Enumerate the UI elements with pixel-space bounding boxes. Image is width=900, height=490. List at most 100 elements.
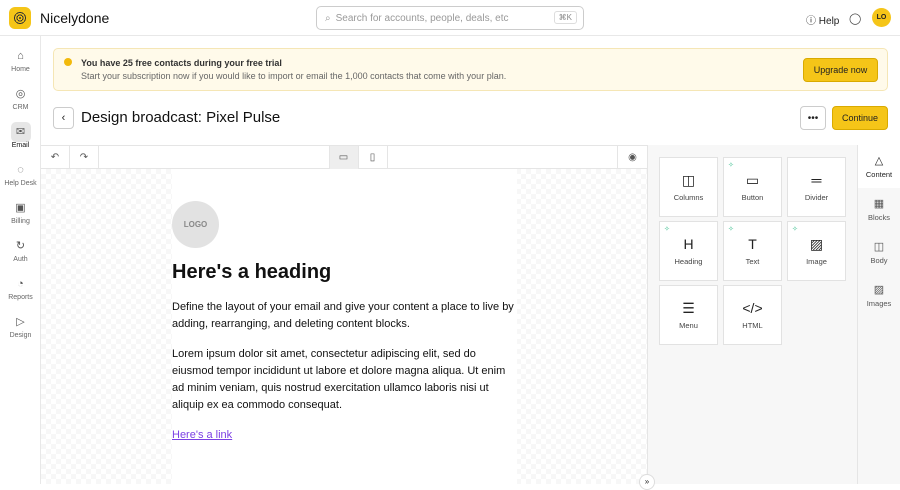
sidebar-item-billing[interactable]: ▣ Billing [0, 192, 41, 230]
redo-icon[interactable]: ↷ [70, 146, 99, 169]
ai-sparkle-icon: ✧ [728, 226, 734, 233]
block-image[interactable]: ✧ ▨ Image [787, 221, 846, 281]
block-text[interactable]: ✧ T Text [723, 221, 782, 281]
preview-eye-icon[interactable]: ◉ [618, 146, 647, 169]
undo-icon[interactable]: ↶ [41, 146, 70, 169]
tab-images[interactable]: ▨ Images [858, 274, 900, 317]
sidebar-label: Home [11, 65, 30, 73]
sidebar: ⌂ Home ◎ CRM ✉ Email ◌ Help Desk ▣ Billing ↻ A… [0, 36, 41, 484]
email-logo[interactable]: LOGO [172, 201, 219, 248]
tab-body[interactable]: ◫ Body [858, 231, 900, 274]
image-icon: ▨ [809, 235, 824, 252]
info-icon [64, 58, 72, 66]
search-input[interactable]: ⌕ Search for accounts, people, deals, etc… [316, 6, 584, 30]
text-icon: T [748, 235, 757, 252]
auth-icon: ↻ [15, 240, 26, 252]
block-heading[interactable]: ✧ H Heading [659, 221, 718, 281]
sidebar-item-email[interactable]: ✉ Email [0, 116, 41, 154]
help-icon: ⓘ [806, 16, 819, 27]
email-heading[interactable]: Here's a heading [172, 261, 331, 284]
block-label: Text [745, 256, 760, 266]
heading-icon: H [683, 235, 694, 252]
menu-icon: ☰ [682, 299, 695, 316]
sidebar-item-design[interactable]: ▷ Design [0, 306, 41, 344]
avatar[interactable]: LO [872, 8, 891, 27]
home-icon: ⌂ [17, 49, 24, 62]
email-paragraph[interactable]: Lorem ipsum dolor sit amet, consectetur … [172, 346, 517, 414]
html-icon: </> [742, 299, 763, 316]
app-logo-icon[interactable] [9, 7, 31, 29]
block-label: Image [806, 256, 827, 266]
block-button[interactable]: ✧ ▭ Button [723, 157, 782, 217]
ai-sparkle-icon: ✧ [792, 226, 798, 233]
email-canvas: LOGO Here's a heading Define the layout … [41, 169, 647, 484]
email-body: LOGO Here's a heading Define the layout … [172, 169, 517, 484]
chat-icon[interactable]: ◯ [849, 12, 861, 25]
sidebar-label: Design [9, 331, 32, 339]
email-paragraph[interactable]: Define the layout of your email and give… [172, 299, 517, 333]
columns-icon: ◫ [681, 171, 696, 188]
sidebar-label: Help Desk [4, 179, 37, 187]
tab-label: Blocks [867, 213, 891, 222]
block-columns[interactable]: ◫ Columns [659, 157, 718, 217]
design-icon: ▷ [16, 316, 25, 328]
sidebar-item-auth[interactable]: ↻ Auth [0, 230, 41, 268]
billing-icon: ▣ [15, 202, 26, 214]
sidebar-label: Billing [11, 217, 30, 225]
tab-blocks[interactable]: ▦ Blocks [858, 188, 900, 231]
mobile-view-icon[interactable]: ▯ [359, 146, 388, 169]
banner-title: You have 25 free contacts during your fr… [81, 58, 282, 68]
email-link[interactable]: Here's a link [172, 429, 232, 441]
editor-toolbar: ↶ ↷ ▭ ▯ ◉ [41, 145, 647, 169]
crm-icon: ◎ [15, 88, 26, 100]
divider-icon: ═ [811, 171, 822, 188]
sidebar-item-crm[interactable]: ◎ CRM [0, 78, 41, 116]
back-button[interactable]: ‹ [53, 107, 74, 129]
block-label: Divider [804, 192, 829, 202]
desktop-view-icon[interactable]: ▭ [329, 146, 359, 169]
block-label: Columns [673, 192, 704, 202]
search-placeholder: Search for accounts, people, deals, etc [335, 12, 509, 24]
block-label: Button [741, 192, 764, 202]
block-label: HTML [742, 320, 763, 330]
sidebar-item-help-desk[interactable]: ◌ Help Desk [0, 154, 41, 192]
top-bar: Nicelydone ⌕ Search for accounts, people,… [0, 0, 900, 36]
sidebar-label: CRM [12, 103, 29, 111]
app-name: Nicelydone [40, 10, 110, 26]
body-icon: ◫ [873, 241, 885, 253]
email-icon: ✉ [10, 121, 31, 142]
content-blocks-panel: ◫ Columns ✧ ▭ Button ═ Divider ✧ H Heading ✧ T Text ✧… [647, 145, 857, 484]
block-menu[interactable]: ☰ Menu [659, 285, 718, 345]
reports-icon: ◔ [17, 277, 24, 290]
block-divider[interactable]: ═ Divider [787, 157, 846, 217]
sidebar-label: Email [11, 141, 30, 149]
images-icon: ▨ [873, 284, 885, 296]
help-button[interactable]: ⓘ Help [806, 12, 839, 27]
help-desk-icon: ◌ [17, 163, 24, 176]
shortcut-badge: ⌘K [553, 11, 577, 24]
ai-sparkle-icon: ✧ [664, 226, 670, 233]
tab-label: Content [865, 170, 893, 179]
shapes-icon: △ [874, 155, 884, 167]
tab-label: Images [866, 299, 892, 308]
tab-content[interactable]: △ Content [858, 145, 900, 188]
tab-label: Body [870, 256, 888, 265]
upgrade-button[interactable]: Upgrade now [803, 58, 878, 82]
collapse-panel-icon[interactable]: » [639, 474, 655, 490]
sidebar-label: Auth [13, 255, 28, 263]
search-icon: ⌕ [325, 12, 331, 24]
block-html[interactable]: </> HTML [723, 285, 782, 345]
banner-text: Start your subscription now if you would… [81, 71, 507, 81]
more-button[interactable]: ••• [800, 106, 826, 130]
panel-tabs: △ Content ▦ Blocks ◫ Body ▨ Images [857, 145, 900, 484]
sidebar-item-reports[interactable]: ◔ Reports [0, 268, 41, 306]
blocks-icon: ▦ [873, 198, 885, 210]
continue-button[interactable]: Continue [832, 106, 888, 130]
page-title: Design broadcast: Pixel Pulse [81, 109, 281, 126]
sidebar-item-home[interactable]: ⌂ Home [0, 40, 41, 78]
trial-banner: You have 25 free contacts during your fr… [53, 48, 888, 91]
block-label: Menu [679, 320, 698, 330]
sidebar-label: Reports [8, 293, 33, 301]
ai-sparkle-icon: ✧ [728, 162, 734, 169]
help-label: Help [818, 16, 840, 27]
